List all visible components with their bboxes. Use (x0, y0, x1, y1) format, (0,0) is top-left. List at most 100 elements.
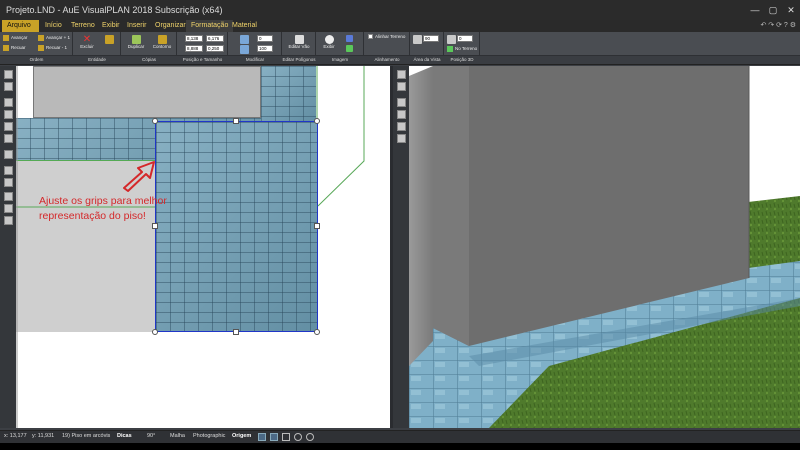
tab-organizar[interactable]: Organizar (150, 20, 191, 32)
group-ordem: Avançar Recuar Avançar + 1 Recuar - 1 (0, 32, 73, 56)
duplicate-button[interactable]: Duplicar (124, 35, 148, 49)
group-label: Área da Vista (413, 57, 441, 62)
snap-target-icon[interactable] (306, 433, 314, 441)
elevation-icon (413, 35, 422, 44)
send-backward-one-button[interactable]: Recuar - 1 (38, 45, 67, 51)
layer-button[interactable] (4, 192, 13, 201)
group-label: Imagem (331, 57, 349, 62)
app-window: Projeto.LND - AuE VisualPLAN 2018 Subscr… (0, 0, 800, 450)
reset-view-button[interactable] (397, 134, 406, 143)
snap-center-icon[interactable] (294, 433, 302, 441)
position-x-field[interactable]: 8,138 (185, 35, 203, 42)
view-3d[interactable] (409, 66, 800, 428)
bring-forward-one-button[interactable]: Avançar + 1 (38, 35, 70, 41)
zoom-in-3d-button[interactable] (397, 98, 406, 107)
height-field[interactable]: 0,250 (206, 45, 224, 52)
snap-line-icon[interactable] (270, 433, 278, 441)
group-posicao-tamanho: 8,138 8,888 6,176 0,250 (177, 32, 228, 56)
zoom-window-button[interactable] (4, 122, 13, 131)
group-label: Cópias (141, 57, 156, 62)
duplicate-icon (131, 35, 141, 44)
walk-button[interactable] (397, 82, 406, 91)
tab-inserir[interactable]: Inserir (122, 20, 151, 32)
group-alinhamento: Alinhar Terreno (364, 32, 410, 56)
grip-handle[interactable] (314, 118, 320, 124)
layer-down-icon (3, 45, 9, 51)
angle-snap[interactable]: 90° (147, 433, 155, 439)
plan-view[interactable]: Ajuste os grips para melhor representaçã… (16, 66, 390, 428)
group-label: Modificar (245, 57, 265, 62)
layer-up-icon (3, 35, 9, 41)
render-mode[interactable]: Photographic (193, 433, 225, 439)
height-3d-icon (447, 35, 456, 44)
group-area-vista: 90 (410, 32, 444, 56)
status-bar: x: 13,177 y: 11,931 19) Piso em arcóvis … (0, 430, 800, 443)
grid-toggle[interactable]: Malha (170, 433, 185, 439)
image-color-icon[interactable] (346, 35, 353, 42)
group-label: Posição 3D (450, 57, 474, 62)
grid-button[interactable] (4, 178, 13, 187)
measure-button[interactable] (4, 150, 13, 159)
position-y-field[interactable]: 8,888 (185, 45, 203, 52)
send-backward-button[interactable]: Recuar (3, 45, 26, 51)
grip-handle[interactable] (233, 118, 239, 124)
position-3d-field[interactable]: 0 (457, 35, 473, 42)
grip-handle[interactable] (152, 118, 158, 124)
group-label: Entidade (88, 57, 106, 62)
print-button[interactable] (4, 216, 13, 225)
window-title: Projeto.LND - AuE VisualPLAN 2018 Subscr… (6, 5, 223, 15)
zoom-out-3d-button[interactable] (397, 110, 406, 119)
edit-vertices-icon (294, 35, 304, 44)
select-tool-button[interactable] (4, 70, 13, 79)
on-terrain-button[interactable]: No Terreno (447, 46, 477, 52)
zoom-in-button[interactable] (4, 98, 13, 107)
snap-button[interactable] (4, 166, 13, 175)
delete-button[interactable]: ✕ Excluir (78, 35, 96, 50)
minimize-button[interactable]: — (746, 0, 764, 20)
eye-icon (324, 35, 334, 44)
grip-handle[interactable] (233, 329, 239, 335)
outline-button[interactable]: Contorno (149, 35, 175, 49)
quick-access-icons[interactable]: ↶ ↷ ⟳ ? ⚙ (760, 21, 796, 29)
bring-forward-button[interactable]: Avançar (3, 35, 27, 41)
maximize-button[interactable]: ▢ (764, 0, 782, 20)
grip-handle[interactable] (314, 223, 320, 229)
mirror-icon[interactable] (240, 45, 249, 54)
snap-endpoint-icon[interactable] (258, 433, 266, 441)
orbit-button[interactable] (397, 122, 406, 131)
rotation-field[interactable]: 0 (257, 35, 273, 42)
group-label: Alinhamento (374, 57, 400, 62)
tab-material[interactable]: Material (227, 20, 262, 32)
view-button[interactable] (4, 204, 13, 213)
select-3d-button[interactable] (397, 70, 406, 79)
hints-toggle[interactable]: Dicas (117, 433, 132, 439)
tab-inicio[interactable]: Início (40, 20, 67, 32)
width-field[interactable]: 6,176 (206, 35, 224, 42)
show-image-button[interactable]: Exibir (319, 35, 339, 49)
letterbox-bar (0, 443, 800, 450)
align-terrain-checkbox[interactable]: Alinhar Terreno (368, 34, 405, 40)
group-label: Editar Polígonos (282, 57, 316, 62)
zoom-out-button[interactable] (4, 110, 13, 119)
edit-opening-button[interactable]: Editar Vão (285, 35, 313, 49)
status-y: y: 11,931 (32, 433, 55, 439)
rotate-icon[interactable] (240, 35, 249, 44)
tab-arquivo[interactable]: Arquivo (2, 20, 39, 32)
snap-arrow-icon[interactable] (282, 433, 290, 441)
title-bar: Projeto.LND - AuE VisualPLAN 2018 Subscr… (0, 0, 800, 20)
close-button[interactable]: ✕ (782, 0, 800, 20)
origin-toggle[interactable]: Origem (232, 433, 251, 439)
group-posicao-3d: 0 No Terreno (444, 32, 480, 56)
tab-terreno[interactable]: Terreno (66, 20, 100, 32)
scale-field[interactable]: 100 (257, 45, 273, 52)
pan-tool-button[interactable] (4, 82, 13, 91)
grip-handle[interactable] (152, 329, 158, 335)
grip-handle[interactable] (314, 329, 320, 335)
tab-exibir[interactable]: Exibir (97, 20, 125, 32)
arrow-icon (123, 161, 155, 192)
elevation-field[interactable]: 90 (423, 35, 439, 42)
zoom-all-button[interactable] (4, 134, 13, 143)
entity-tools-button[interactable] (101, 35, 117, 44)
image-texture-icon[interactable] (346, 45, 353, 52)
ribbon-panel: Avançar Recuar Avançar + 1 Recuar - 1 ✕ … (0, 32, 800, 56)
